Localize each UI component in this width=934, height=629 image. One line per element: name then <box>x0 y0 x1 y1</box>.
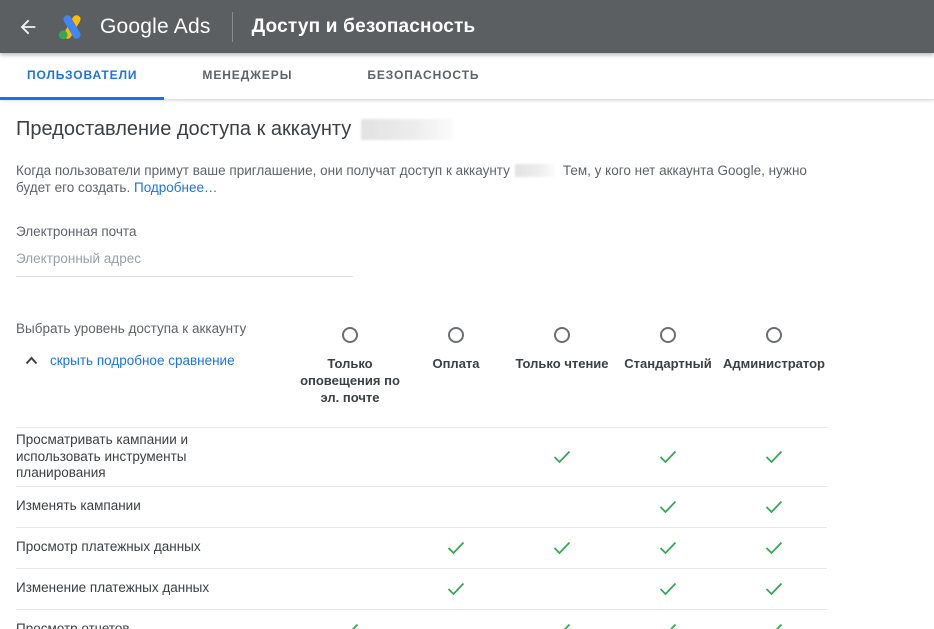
check-icon <box>615 582 721 596</box>
check-icon <box>615 500 721 514</box>
back-arrow-icon[interactable] <box>16 15 40 39</box>
permission-label: Просмотр отчетов <box>16 621 226 629</box>
permission-label: Просматривать кампании и использовать ин… <box>16 432 226 482</box>
access-level-radio[interactable] <box>342 327 358 343</box>
check-icon <box>721 582 827 596</box>
access-level-radio[interactable] <box>766 327 782 343</box>
access-level-header: Выбрать уровень доступа к аккаунту скрыт… <box>16 320 918 406</box>
access-column: Оплата <box>403 327 509 406</box>
tab-users[interactable]: ПОЛЬЗОВАТЕЛИ <box>0 53 164 100</box>
access-column-label: Стандартный <box>624 355 711 372</box>
access-level-radio[interactable] <box>660 327 676 343</box>
section-description: Когда пользователи примут ваше приглашен… <box>16 163 816 196</box>
comparison-toggle[interactable]: скрыть подробное сравнение <box>16 353 297 368</box>
table-row: Просмотр платежных данных <box>16 527 827 568</box>
check-icon <box>721 623 827 629</box>
access-column-label: Администратор <box>723 355 825 372</box>
learn-more-link[interactable]: Подробнее… <box>134 180 218 195</box>
access-level-radio[interactable] <box>554 327 570 343</box>
access-column: Только чтение <box>509 327 615 406</box>
tab-managers[interactable]: МЕНЕДЖЕРЫ <box>177 53 317 100</box>
tab-security[interactable]: БЕЗОПАСНОСТЬ <box>342 53 504 100</box>
description-text-start: Когда пользователи примут ваше приглашен… <box>16 163 510 178</box>
hide-comparison-link[interactable]: скрыть подробное сравнение <box>50 353 235 368</box>
access-column-label: Только оповещения по эл. почте <box>297 355 403 406</box>
redacted-account-name <box>361 119 453 140</box>
table-row: Просмотр отчетов <box>16 609 827 629</box>
check-icon <box>403 582 509 596</box>
header-divider <box>232 12 233 42</box>
email-input[interactable] <box>16 245 353 277</box>
permission-label: Изменение платежных данных <box>16 580 226 597</box>
access-column-label: Только чтение <box>515 355 608 372</box>
access-column: Администратор <box>721 327 827 406</box>
check-icon <box>403 541 509 555</box>
table-row: Просматривать кампании и использовать ин… <box>16 427 827 486</box>
google-ads-logo-icon[interactable] <box>58 13 88 40</box>
check-icon <box>615 623 721 629</box>
section-title: Предоставление доступа к аккаунту <box>16 116 918 142</box>
check-icon <box>615 541 721 555</box>
check-icon <box>509 450 615 464</box>
access-columns: Только оповещения по эл. почте Оплата Толь… <box>297 327 827 406</box>
chevron-up-icon[interactable] <box>25 356 38 365</box>
app-header: Google Ads Доступ и безопасность <box>0 0 934 53</box>
main-content: Предоставление доступа к аккаунту Когда … <box>0 116 934 629</box>
access-level-label: Выбрать уровень доступа к аккаунту <box>16 321 297 336</box>
section-title-text: Предоставление доступа к аккаунту <box>16 116 351 142</box>
check-icon <box>509 623 615 629</box>
access-column-label: Оплата <box>432 355 479 372</box>
table-row: Изменять кампании <box>16 486 827 527</box>
access-table-body: Просматривать кампании и использовать ин… <box>16 427 827 629</box>
permission-label: Просмотр платежных данных <box>16 539 226 556</box>
access-column: Стандартный <box>615 327 721 406</box>
access-left-block: Выбрать уровень доступа к аккаунту скрыт… <box>16 320 297 406</box>
check-icon <box>615 450 721 464</box>
check-icon <box>721 450 827 464</box>
access-column: Только оповещения по эл. почте <box>297 327 403 406</box>
permission-label: Изменять кампании <box>16 498 226 515</box>
check-icon <box>509 541 615 555</box>
table-row: Изменение платежных данных <box>16 568 827 609</box>
check-icon <box>721 541 827 555</box>
page-title: Доступ и безопасность <box>252 16 476 38</box>
redacted-account-id <box>515 164 555 177</box>
check-icon <box>297 623 403 629</box>
access-level-radio[interactable] <box>448 327 464 343</box>
email-label: Электронная почта <box>16 224 918 239</box>
check-icon <box>721 500 827 514</box>
brand-name: Google Ads <box>100 15 211 39</box>
tab-bar: ПОЛЬЗОВАТЕЛИ МЕНЕДЖЕРЫ БЕЗОПАСНОСТЬ <box>0 53 934 100</box>
